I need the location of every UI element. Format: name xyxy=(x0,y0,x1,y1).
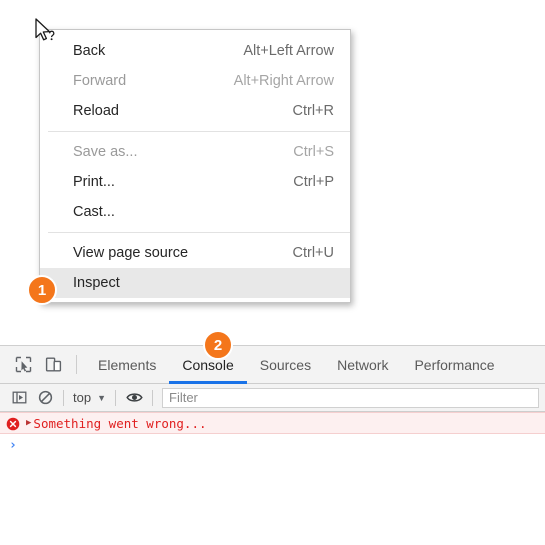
devtools-tab-strip: Elements Console Sources Network Perform… xyxy=(0,346,545,384)
console-filter-placeholder: Filter xyxy=(169,390,198,405)
console-error-text: Something went wrong... xyxy=(33,415,207,431)
menu-item-label: Back xyxy=(73,43,106,59)
inspect-element-icon[interactable] xyxy=(8,346,38,383)
toolbar-divider xyxy=(76,355,77,374)
tab-network-label: Network xyxy=(337,356,389,373)
clear-console-icon[interactable] xyxy=(32,385,58,411)
menu-item-label: View page source xyxy=(73,245,189,261)
tab-elements[interactable]: Elements xyxy=(85,346,169,383)
menu-separator xyxy=(48,131,350,132)
step-badge-2: 2 xyxy=(203,330,233,360)
menu-item-label: Inspect xyxy=(73,275,120,291)
menu-item-label: Reload xyxy=(73,103,119,119)
menu-item-forward: Forward Alt+Right Arrow xyxy=(40,66,350,96)
menu-item-label: Cast... xyxy=(73,204,115,220)
console-context-label: top xyxy=(73,390,92,405)
menu-item-label: Save as... xyxy=(73,144,138,160)
tab-console-label: Console xyxy=(182,356,234,373)
menu-item-save-as: Save as... Ctrl+S xyxy=(40,137,350,167)
console-sidebar-icon[interactable] xyxy=(6,385,32,411)
console-toolbar-divider-3 xyxy=(152,389,153,406)
menu-item-shortcut: Alt+Left Arrow xyxy=(243,43,334,59)
console-toolbar: top ▼ Filter xyxy=(0,384,545,412)
menu-item-back[interactable]: Back Alt+Left Arrow xyxy=(40,36,350,66)
console-prompt-caret-icon: › xyxy=(9,437,17,453)
step-badge-1: 1 xyxy=(27,275,57,305)
menu-item-print[interactable]: Print... Ctrl+P xyxy=(40,167,350,197)
tab-network[interactable]: Network xyxy=(324,346,401,383)
menu-item-shortcut: Ctrl+U xyxy=(292,245,335,261)
menu-item-shortcut: Ctrl+S xyxy=(293,144,334,160)
menu-item-label: Forward xyxy=(73,73,127,89)
menu-item-reload[interactable]: Reload Ctrl+R xyxy=(40,96,350,126)
console-prompt-row[interactable]: › xyxy=(0,434,545,456)
tab-sources-label: Sources xyxy=(259,356,312,373)
tab-performance-label: Performance xyxy=(414,356,495,373)
menu-item-cast[interactable]: Cast... xyxy=(40,197,350,227)
menu-item-inspect[interactable]: Inspect xyxy=(40,268,350,298)
console-toolbar-divider-2 xyxy=(115,389,116,406)
menu-item-shortcut: Ctrl+R xyxy=(292,103,335,119)
context-menu[interactable]: Back Alt+Left Arrow Forward Alt+Right Arrow… xyxy=(39,29,351,303)
devtools-panel: Elements Console Sources Network Perform… xyxy=(0,345,545,545)
live-expression-eye-icon[interactable] xyxy=(121,385,147,411)
expand-arrow-icon[interactable]: ▶ xyxy=(26,418,31,428)
menu-item-label: Print... xyxy=(73,174,115,190)
console-message-list: ▶ Something went wrong... › xyxy=(0,412,545,456)
console-toolbar-divider xyxy=(63,389,64,406)
console-error-row[interactable]: ▶ Something went wrong... xyxy=(0,412,545,434)
menu-separator xyxy=(48,232,350,233)
menu-item-shortcut: Ctrl+P xyxy=(293,174,334,190)
chevron-down-icon: ▼ xyxy=(97,392,106,403)
device-toolbar-icon[interactable] xyxy=(38,346,68,383)
tab-elements-label: Elements xyxy=(98,356,157,373)
tab-sources[interactable]: Sources xyxy=(247,346,324,383)
tab-performance[interactable]: Performance xyxy=(401,346,507,383)
console-filter-input[interactable]: Filter xyxy=(162,387,539,408)
console-context-selector[interactable]: top ▼ xyxy=(69,390,110,405)
error-circle-icon xyxy=(6,416,20,431)
menu-item-view-page-source[interactable]: View page source Ctrl+U xyxy=(40,238,350,268)
menu-item-shortcut: Alt+Right Arrow xyxy=(233,73,334,89)
